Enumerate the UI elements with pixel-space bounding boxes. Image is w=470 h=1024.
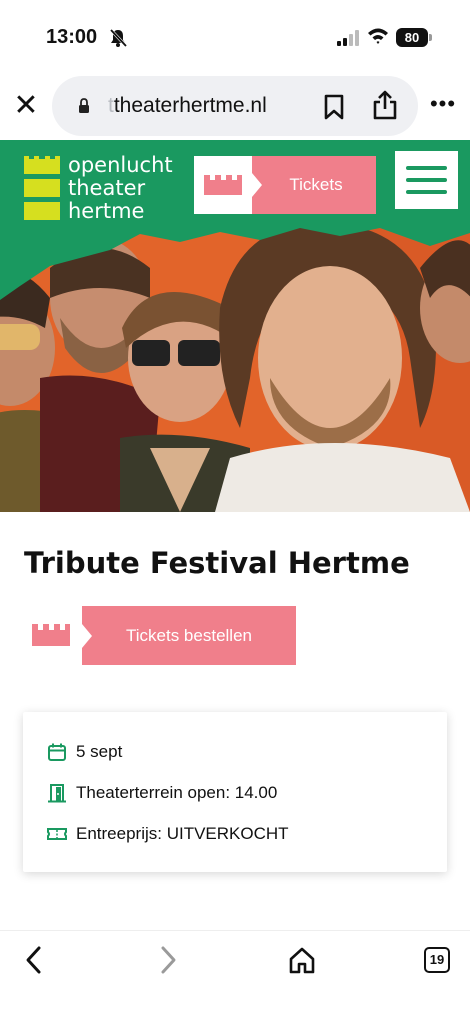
logo-line: theater: [68, 176, 146, 200]
hamburger-line: [406, 190, 447, 194]
calendar-icon: [48, 743, 66, 761]
castle-icon: [204, 175, 242, 195]
info-row-date: 5 sept: [47, 740, 427, 764]
logo-castle-icon: [24, 156, 60, 220]
share-icon[interactable]: [372, 90, 398, 120]
ticket-icon: [47, 828, 67, 840]
gate-open-time: Theaterterrein open: 14.00: [76, 783, 278, 802]
hero-image: [0, 228, 470, 512]
order-tickets-label: Tickets bestellen: [82, 606, 296, 665]
back-icon[interactable]: [20, 945, 50, 975]
home-icon[interactable]: [287, 945, 317, 975]
event-date: 5 sept: [76, 742, 123, 761]
header-tickets-label: Tickets: [289, 175, 343, 194]
page-title: Tribute Festival Hertme: [24, 546, 410, 580]
site-header: openlucht theater hertme Tickets: [0, 140, 470, 228]
order-tickets-button[interactable]: Tickets bestellen: [32, 606, 296, 666]
address-bar[interactable]: ttheaterhertme.nl: [52, 76, 418, 136]
logo-text: openlucht theater hertme: [68, 154, 173, 223]
entry-price: Entreeprijs: UITVERKOCHT: [76, 824, 289, 843]
header-tickets-button[interactable]: Tickets: [194, 156, 376, 214]
hamburger-line: [406, 166, 447, 170]
info-row-gate: Theaterterrein open: 14.00: [47, 781, 427, 805]
hamburger-menu-button[interactable]: [395, 151, 458, 209]
event-info-card: 5 sept Theaterterrein open: 14.00 Entree…: [23, 712, 447, 872]
url-text: ttheaterhertme.nl: [108, 94, 267, 118]
close-icon[interactable]: ✕: [12, 91, 40, 121]
lock-icon: [79, 98, 89, 113]
url-domain: theaterhertme.nl: [113, 94, 267, 117]
arrow-notch-icon: [82, 624, 92, 648]
logo-line: openlucht: [68, 153, 173, 177]
tabs-icon[interactable]: 19: [424, 947, 450, 973]
door-icon: [48, 784, 66, 803]
battery-icon: 80: [396, 28, 432, 47]
signal-icon: [337, 30, 359, 46]
status-time: 13:00: [46, 26, 98, 48]
browser-bottom-nav: 19: [0, 930, 470, 1024]
castle-icon: [32, 624, 70, 646]
wifi-icon: [368, 28, 388, 44]
bell-slash-icon: [109, 28, 128, 48]
info-row-price: Entreeprijs: UITVERKOCHT: [47, 822, 427, 846]
bookmark-icon[interactable]: [324, 94, 344, 120]
band-photo: [0, 228, 470, 512]
hamburger-line: [406, 178, 447, 182]
site-logo[interactable]: openlucht theater hertme: [24, 154, 184, 226]
browser-toolbar: ✕ ttheaterhertme.nl •••: [0, 72, 470, 140]
more-icon[interactable]: •••: [428, 93, 458, 115]
status-bar: 13:00 80: [0, 0, 470, 72]
forward-icon[interactable]: [152, 945, 182, 975]
logo-line: hertme: [68, 199, 145, 223]
